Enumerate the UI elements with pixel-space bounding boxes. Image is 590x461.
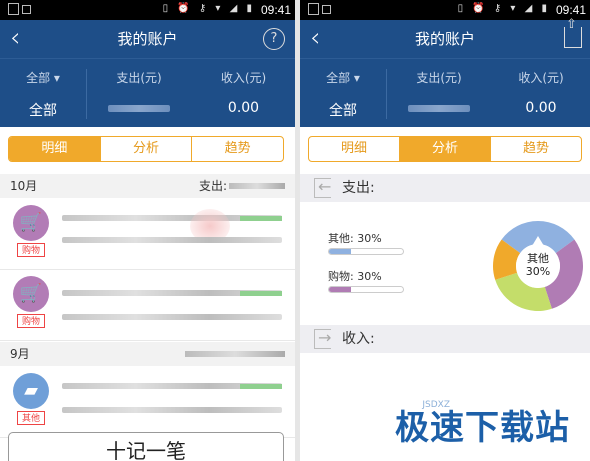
month-label: 10月 bbox=[10, 179, 38, 193]
expense-header: 支出(元) bbox=[416, 71, 462, 85]
entry-subtext-blurred bbox=[62, 314, 282, 320]
month-expense-blurred bbox=[229, 183, 285, 189]
legend-label-shopping: 购物: 30% bbox=[328, 270, 382, 283]
legend-bar-other bbox=[328, 248, 404, 255]
list-item[interactable]: ▰ 其他 bbox=[0, 367, 295, 438]
category-tag: 购物 bbox=[17, 314, 45, 328]
donut-center-text: 其他 30% bbox=[518, 252, 558, 278]
clock: 09:41 bbox=[260, 3, 291, 17]
month-header: 10月 支出: bbox=[0, 174, 295, 198]
status-bar: ▯ ⏰ ⚷ ▾ ◢ ▮ 09:41 bbox=[0, 0, 295, 20]
list-item[interactable]: 🛒 购物 bbox=[0, 270, 295, 341]
list-item[interactable]: 🛒 购物 bbox=[0, 199, 295, 270]
entry-amount-blurred bbox=[240, 384, 282, 389]
month-header: 9月 bbox=[0, 342, 295, 366]
expense-header: 支出(元) bbox=[116, 71, 162, 85]
expense-section-header: ← 支出: bbox=[300, 174, 590, 202]
add-entry-button[interactable]: 十记一笔 bbox=[8, 432, 284, 461]
filter-value: 全部 bbox=[329, 103, 357, 119]
income-section-label: 收入: bbox=[342, 331, 375, 347]
legend-label-other: 其他: 30% bbox=[328, 232, 382, 245]
expense-value-blurred bbox=[408, 104, 470, 112]
filter-value: 全部 bbox=[29, 103, 57, 119]
view-tabs: 明细 分析 趋势 bbox=[308, 136, 582, 162]
category-badge: 🛒 bbox=[13, 276, 49, 312]
entry-amount-blurred bbox=[240, 291, 282, 296]
category-badge: ▰ bbox=[13, 373, 49, 409]
category-badge: 🛒 bbox=[13, 205, 49, 241]
image-notification-icon bbox=[308, 3, 319, 15]
left-screen: ▯ ⏰ ⚷ ▾ ◢ ▮ 09:41 ‹ 我的账户 ? 全部 ▾ 全部 支出(元)… bbox=[0, 0, 295, 461]
expense-section-label: 支出: bbox=[342, 180, 375, 196]
entry-amount-blurred bbox=[240, 216, 282, 221]
share-icon[interactable] bbox=[564, 15, 582, 48]
app-notification-icon bbox=[22, 5, 31, 14]
tab-analysis[interactable]: 分析 bbox=[400, 137, 491, 161]
income-value: 0.00 bbox=[227, 100, 260, 116]
donut-center-value: 30% bbox=[525, 265, 551, 278]
status-bar: ▯ ⏰ ⚷ ▾ ◢ ▮ 09:41 bbox=[300, 0, 590, 20]
income-value: 0.00 bbox=[525, 100, 557, 116]
expense-value-blurred bbox=[108, 104, 170, 112]
month-expense-label: 支出: bbox=[198, 179, 227, 193]
title-bar: ‹ 我的账户 bbox=[300, 15, 590, 58]
tab-trend[interactable]: 趋势 bbox=[192, 137, 283, 161]
tab-analysis[interactable]: 分析 bbox=[101, 137, 193, 161]
filter-dropdown[interactable]: 全部 ▾ bbox=[300, 69, 386, 86]
tab-detail[interactable]: 明细 bbox=[9, 137, 101, 161]
month-label: 9月 bbox=[10, 347, 30, 361]
tab-trend[interactable]: 趋势 bbox=[491, 137, 581, 161]
page-title: 我的账户 bbox=[117, 30, 178, 48]
category-tag: 其他 bbox=[17, 411, 45, 425]
entry-subtext-blurred bbox=[62, 237, 282, 243]
cart-icon: 🛒 bbox=[19, 212, 43, 233]
help-icon[interactable]: ? bbox=[263, 28, 285, 50]
back-icon[interactable]: ‹ bbox=[10, 20, 20, 56]
income-header: 收入(元) bbox=[518, 71, 564, 85]
income-section-header: → 收入: bbox=[300, 325, 590, 353]
income-header: 收入(元) bbox=[220, 71, 267, 85]
account-summary: 全部 ▾ 全部 支出(元) 收入(元) 0.00 bbox=[300, 58, 590, 127]
donut-center-label: 其他 bbox=[527, 252, 549, 265]
watermark-logo: 极速下载站 bbox=[395, 408, 570, 448]
month-expense-blurred bbox=[185, 351, 285, 357]
cart-icon: 🛒 bbox=[19, 283, 43, 304]
app-notification-icon bbox=[322, 5, 331, 14]
legend-bar-shopping bbox=[328, 286, 404, 293]
status-icons: ▯ ⏰ ⚷ ▾ ◢ ▮ bbox=[457, 3, 550, 14]
status-icons: ▯ ⏰ ⚷ ▾ ◢ ▮ bbox=[162, 3, 255, 14]
filter-dropdown[interactable]: 全部 ▾ bbox=[0, 69, 86, 86]
right-screen: ▯ ⏰ ⚷ ▾ ◢ ▮ 09:41 ‹ 我的账户 全部 ▾ 全部 支出(元) 收… bbox=[300, 0, 590, 461]
entry-subtext-blurred bbox=[62, 407, 282, 413]
account-summary: 全部 ▾ 全部 支出(元) 收入(元) 0.00 bbox=[0, 58, 295, 127]
page-title: 我的账户 bbox=[414, 30, 475, 48]
title-bar: ‹ 我的账户 ? bbox=[0, 20, 295, 58]
image-notification-icon bbox=[8, 3, 19, 15]
category-tag: 购物 bbox=[17, 243, 45, 257]
folder-icon: ▰ bbox=[24, 380, 38, 401]
tab-detail[interactable]: 明细 bbox=[309, 137, 400, 161]
back-icon[interactable]: ‹ bbox=[310, 20, 320, 56]
view-tabs: 明细 分析 趋势 bbox=[8, 136, 284, 162]
